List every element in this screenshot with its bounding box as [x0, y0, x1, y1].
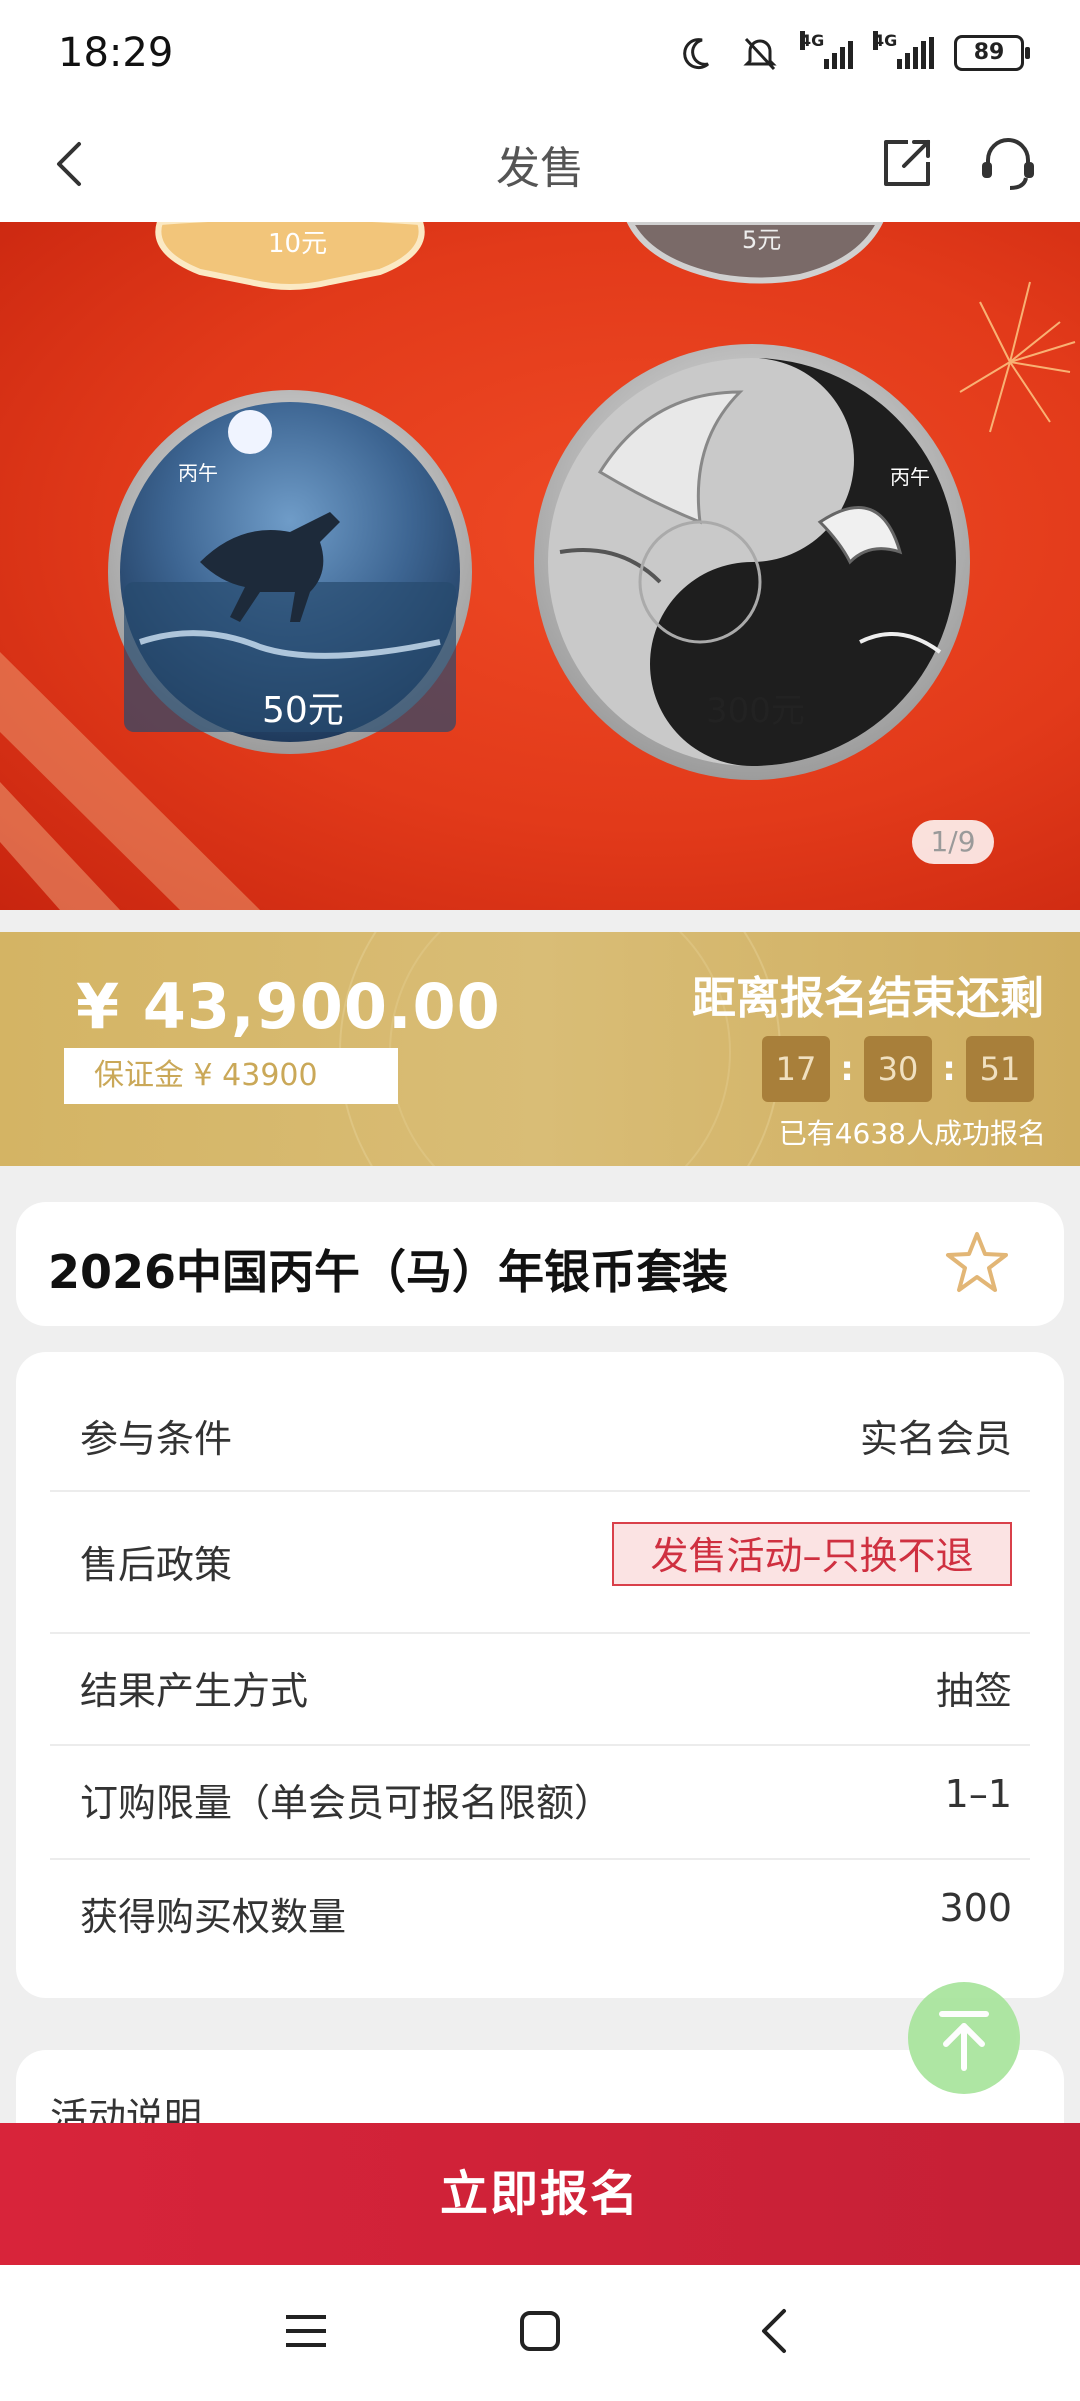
coin-300-yuan: 丙午 300元 — [534, 344, 970, 780]
countdown-timer: 17 : 30 : 51 — [762, 1036, 1034, 1102]
product-image-carousel[interactable]: 10元 5元 丙午 50元 丙午 300元 1/9 — [0, 222, 1080, 910]
svg-text:50元: 50元 — [262, 690, 344, 731]
signal-icon-2: 4G — [873, 31, 934, 69]
battery-icon: 89 — [954, 35, 1030, 71]
share-icon[interactable] — [878, 134, 936, 192]
sale-price-panel: ¥ 43,900.00 保证金 ¥ 43900 距离报名结束还剩 17 : 30… — [0, 932, 1080, 1166]
divider — [50, 1744, 1030, 1746]
bell-muted-icon — [743, 37, 777, 71]
status-time: 18:29 — [58, 30, 174, 76]
svg-text:300元: 300元 — [706, 691, 805, 731]
svg-text:10元: 10元 — [268, 229, 327, 259]
applied-count: 已有4638人成功报名 — [778, 1117, 1046, 1150]
info-label: 参与条件 — [80, 1417, 233, 1461]
network-type-2: 4G — [873, 31, 898, 50]
carousel-page-indicator: 1/9 — [912, 820, 994, 864]
deposit-amount: 保证金 ¥ 43900 — [64, 1048, 398, 1104]
sale-info-card: 参与条件 实名会员 售后政策 发售活动–只换不退 结果产生方式 抽签 订购限量（… — [16, 1352, 1064, 1998]
home-square-icon[interactable] — [518, 2309, 562, 2353]
system-back-icon[interactable] — [754, 2305, 794, 2357]
info-value: 实名会员 — [859, 1417, 1012, 1461]
system-nav-bar — [0, 2265, 1080, 2401]
customer-service-icon[interactable] — [976, 132, 1040, 194]
coin-10-yuan: 10元 — [155, 222, 425, 290]
status-bar: 18:29 4G 4G 89 — [0, 0, 1080, 110]
status-icons: 4G 4G 89 — [682, 28, 1030, 78]
svg-text:5元: 5元 — [742, 226, 781, 254]
moon-icon — [683, 38, 710, 70]
svg-text:丙午: 丙午 — [890, 465, 930, 489]
product-title: 2026中国丙午（马）年银币套装 — [48, 1245, 729, 1299]
info-label: 售后政策 — [80, 1543, 233, 1587]
info-value: 1–1 — [944, 1772, 1012, 1816]
signal-icon-1: 4G — [800, 31, 853, 69]
countdown-seconds: 51 — [966, 1036, 1034, 1102]
coin-50-yuan: 丙午 50元 — [108, 390, 472, 754]
favorite-star-icon[interactable] — [942, 1228, 1012, 1298]
countdown-hours: 17 — [762, 1036, 830, 1102]
info-label: 订购限量（单会员可报名限额） — [80, 1781, 613, 1825]
svg-text:丙午: 丙午 — [178, 461, 218, 485]
apply-now-button[interactable]: 立即报名 — [0, 2123, 1080, 2265]
arrow-up-icon — [939, 2011, 989, 2071]
info-value: 抽签 — [935, 1669, 1012, 1713]
countdown-title: 距离报名结束还剩 — [692, 973, 1044, 1024]
back-to-top-button[interactable] — [908, 1982, 1020, 2094]
info-value: 300 — [939, 1886, 1012, 1930]
fireworks-decoration — [959, 281, 1076, 433]
coin-set-image: 10元 5元 丙午 50元 丙午 300元 — [0, 222, 1076, 910]
policy-badge: 发售活动–只换不退 — [612, 1522, 1012, 1586]
countdown-separator: : — [942, 1049, 956, 1089]
divider — [50, 1490, 1030, 1492]
top-nav-bar: 发售 — [0, 110, 1080, 222]
menu-icon[interactable] — [282, 2309, 330, 2353]
network-type-1: 4G — [800, 31, 825, 50]
product-title-card: 2026中国丙午（马）年银币套装 — [16, 1202, 1064, 1326]
sale-price: ¥ 43,900.00 — [76, 970, 501, 1043]
countdown-separator: : — [840, 1049, 854, 1089]
info-label: 结果产生方式 — [80, 1669, 309, 1713]
coin-5-yuan: 5元 — [626, 222, 884, 284]
info-label: 获得购买权数量 — [80, 1895, 347, 1939]
divider — [50, 1858, 1030, 1860]
countdown-minutes: 30 — [864, 1036, 932, 1102]
divider — [50, 1632, 1030, 1634]
